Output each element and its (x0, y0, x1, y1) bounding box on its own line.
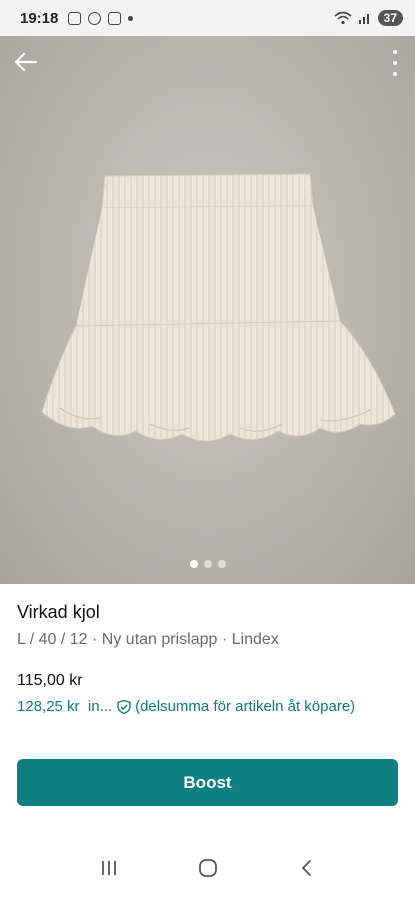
price-incl-note: (delsumma för artikeln åt köpare) (135, 698, 356, 715)
home-icon[interactable] (197, 857, 219, 879)
notification-icons (68, 11, 134, 25)
product-photo-carousel[interactable] (0, 36, 415, 584)
boost-button[interactable]: Boost (17, 759, 398, 806)
skirt-image (41, 173, 396, 442)
buyer-protection-price[interactable]: 128,25 kr in... (delsumma för artikeln å… (17, 698, 398, 715)
listing-title: Virkad kjol (17, 602, 100, 622)
listing-subtitle: L / 40 / 12 · Ny utan prislapp · Lindex (17, 631, 279, 648)
recents-icon[interactable] (99, 859, 119, 877)
system-icons: 37 (334, 10, 403, 26)
arrow-left-icon[interactable] (12, 50, 40, 74)
pager-dot (217, 560, 226, 568)
browser-icon (88, 11, 102, 25)
back-chevron-icon[interactable] (298, 858, 316, 878)
pager-dot-active (189, 560, 198, 568)
system-navigation-bar (0, 836, 415, 900)
wifi-icon (334, 11, 352, 25)
more-notifications-icon (128, 15, 134, 21)
listing-price: 115,00 kr (17, 672, 83, 689)
signal-icon (358, 14, 369, 24)
listing-details: Virkad kjol L / 40 / 12 · Ny utan prisla… (0, 584, 415, 715)
more-vertical-icon[interactable] (391, 50, 399, 76)
status-bar: 19:18 37 (0, 0, 415, 36)
pager-dot (203, 560, 212, 568)
status-time: 19:18 (20, 9, 59, 27)
mail-icon (108, 11, 122, 25)
screenshot-icon (68, 11, 82, 25)
photo-pager (0, 560, 415, 568)
shield-check-icon (117, 699, 131, 714)
price-incl-amount: 128,25 kr (17, 698, 80, 715)
price-incl-truncated: in... (87, 698, 113, 715)
battery-indicator: 37 (377, 10, 403, 26)
